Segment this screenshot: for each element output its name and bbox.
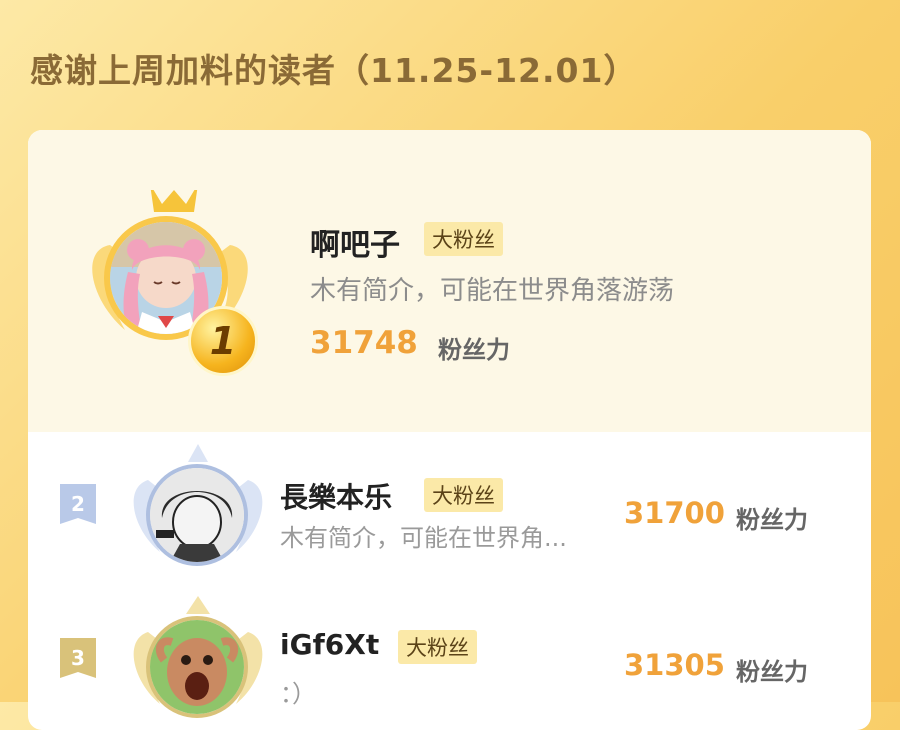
user-name[interactable]: iGf6Xt [280,628,379,661]
rank-1-medal: 1 [188,306,258,376]
leaderboard-card: 1 啊吧子 大粉丝 木有简介，可能在世界角落游荡 31748 粉丝力 2 長樂本… [28,130,871,730]
fan-badge: 大粉丝 [398,630,477,664]
rank-badge: 2 [60,484,96,524]
user-name[interactable]: 啊吧子 [310,220,400,264]
user-bio: ：） [280,680,316,708]
fan-score-unit: 粉丝力 [736,658,808,686]
fan-score: 31700 [624,496,725,530]
rank-badge: 3 [60,638,96,678]
fan-badge: 大粉丝 [424,222,503,256]
page-title: 感谢上周加料的读者（11.25-12.01） [30,51,638,90]
user-name[interactable]: 長樂本乐 [280,476,392,516]
fan-score-unit: 粉丝力 [438,336,510,364]
first-place-panel[interactable]: 1 啊吧子 大粉丝 木有简介，可能在世界角落游荡 31748 粉丝力 [28,130,871,432]
user-bio: 木有简介，可能在世界角... [280,524,567,552]
fan-score: 31748 [310,325,418,361]
fan-score-unit: 粉丝力 [736,506,808,534]
fan-badge: 大粉丝 [424,478,503,512]
fan-score: 31305 [624,648,725,682]
list-item[interactable]: 2 長樂本乐 大粉丝 木有简介，可能在世界角... 31700 粉丝力 [28,432,871,592]
list-item[interactable]: 3 iGf6Xt 大粉丝 ：） 31305 粉丝力 [28,592,871,730]
avatar[interactable] [146,464,248,566]
user-bio: 木有简介，可能在世界角落游荡 [310,276,675,306]
avatar[interactable] [146,616,248,718]
